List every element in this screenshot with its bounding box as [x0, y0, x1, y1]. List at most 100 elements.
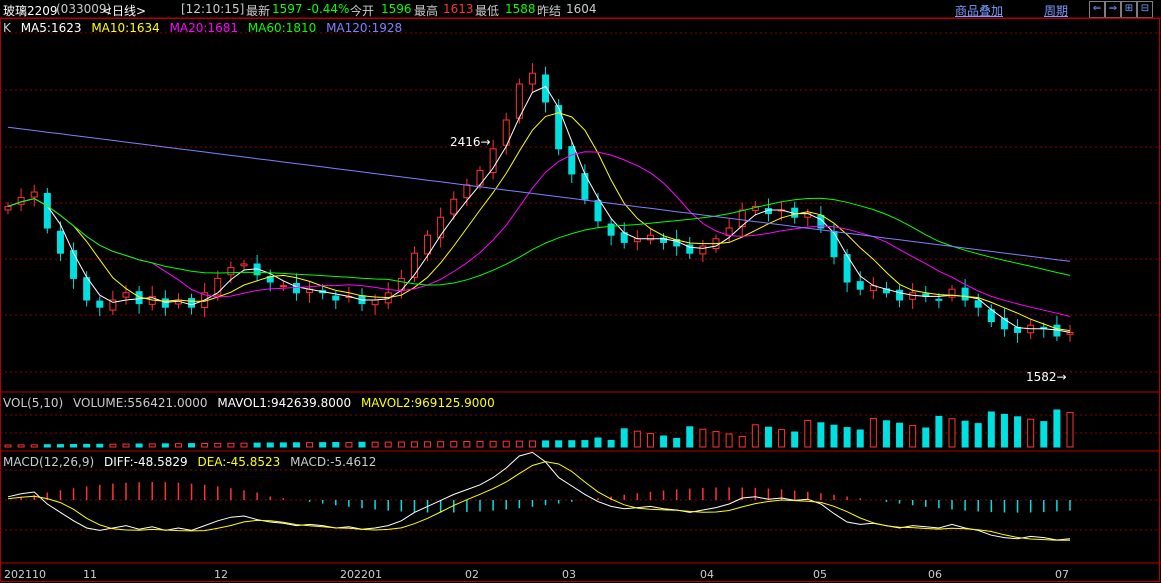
candle-body [4, 205, 12, 211]
volume-bar [109, 443, 117, 448]
volume-bar [201, 443, 209, 448]
candle-body [43, 192, 51, 229]
candle-body [227, 267, 235, 276]
volume-bar [673, 437, 681, 448]
low-marker: 1582→ [1026, 370, 1067, 384]
volume-bar [161, 443, 169, 448]
volume-bar [122, 443, 130, 448]
volume-bar [384, 441, 392, 448]
candle-body [410, 252, 418, 278]
volume-bar [43, 444, 51, 448]
date-label: 07 [1055, 568, 1069, 581]
volume-bar [135, 443, 143, 448]
candle-body [83, 277, 91, 301]
date-label: 06 [928, 568, 942, 581]
volume-bar [882, 420, 890, 448]
volume-bar [1040, 421, 1048, 448]
volume-bar [856, 429, 864, 448]
volume-bar [30, 444, 38, 448]
candle-body [1000, 317, 1008, 330]
volume-bar [935, 415, 943, 448]
macd-label: MACD(12,26,9) [3, 455, 95, 469]
ma20-line [7, 151, 1071, 317]
volume-bar [896, 422, 904, 448]
volume-bar [70, 444, 78, 448]
volume-bar [502, 440, 510, 448]
volume-bar [1000, 413, 1008, 448]
volume-bars [4, 409, 1074, 448]
candle-body [292, 282, 300, 294]
volume-bar [424, 441, 432, 448]
volume-value: VOLUME:556421.0000 [73, 396, 208, 410]
volume-bar [869, 417, 877, 448]
volume-bar [148, 443, 156, 448]
volume-bar [725, 433, 733, 448]
volume-bar [188, 443, 196, 448]
volume-bar [817, 422, 825, 448]
volume-bar [568, 440, 576, 448]
candle-body [463, 184, 471, 199]
candle-body [30, 191, 38, 198]
volume-bar [555, 440, 563, 448]
candle-body [961, 287, 969, 301]
candle-body [948, 288, 956, 298]
candle-body [332, 295, 340, 301]
candle-body [122, 292, 130, 298]
volume-bar [476, 440, 484, 448]
candle-body [542, 74, 550, 103]
volume-bar [1014, 416, 1022, 448]
volume-bar [279, 442, 287, 448]
candle-body [96, 300, 104, 308]
volume-bar [17, 444, 25, 448]
volume-bar [804, 419, 812, 448]
candle-body [56, 230, 64, 254]
date-label: 11 [83, 568, 97, 581]
volume-bar [371, 441, 379, 448]
mavol1-value: MAVOL1:942639.8000 [217, 396, 352, 410]
volume-bar [83, 443, 91, 448]
k-label: K [3, 21, 11, 35]
ma60-value: MA60:1810 [247, 21, 317, 35]
volume-bar [214, 442, 222, 448]
candle-body [830, 231, 838, 258]
volume-bar [607, 439, 615, 448]
macd-value: MACD:-5.4612 [290, 455, 377, 469]
volume-bar [96, 443, 104, 448]
ma5-value: MA5:1623 [20, 21, 82, 35]
high-marker: 2416→ [450, 135, 491, 149]
candle-body [371, 299, 379, 306]
vol-label: VOL(5,10) [3, 396, 64, 410]
candle-body [528, 72, 536, 85]
volume-bar [699, 428, 707, 448]
volume-bar [266, 442, 274, 448]
candle-body [279, 285, 287, 288]
volume-legend: VOL(5,10) VOLUME:556421.0000 MAVOL1:9426… [3, 396, 501, 410]
volume-bar [791, 431, 799, 448]
candle-body [935, 298, 943, 301]
volume-bar [292, 442, 300, 448]
volume-bar [581, 440, 589, 448]
date-label: 03 [562, 568, 576, 581]
volume-bar [253, 442, 261, 448]
candle-body [1066, 331, 1074, 335]
ma10-value: MA10:1634 [91, 21, 160, 35]
volume-bar [56, 444, 64, 448]
volume-bar [528, 440, 536, 448]
volume-bar [515, 440, 523, 448]
volume-bar [489, 440, 497, 448]
volume-bar [660, 435, 668, 448]
volume-bar [345, 441, 353, 448]
volume-bar [974, 423, 982, 448]
candle-body [699, 245, 707, 255]
volume-bar [4, 444, 12, 448]
volume-bar [542, 440, 550, 448]
volume-bar [830, 424, 838, 448]
kline-chart[interactable] [0, 0, 1161, 583]
ma20-value: MA20:1681 [169, 21, 238, 35]
date-label: 202201 [340, 568, 382, 581]
volume-bar [240, 442, 248, 448]
volume-bar [397, 441, 405, 448]
macd-legend: MACD(12,26,9) DIFF:-48.5829 DEA:-45.8523… [3, 455, 382, 469]
diff-value: DIFF:-48.5829 [103, 455, 188, 469]
volume-bar [987, 411, 995, 448]
